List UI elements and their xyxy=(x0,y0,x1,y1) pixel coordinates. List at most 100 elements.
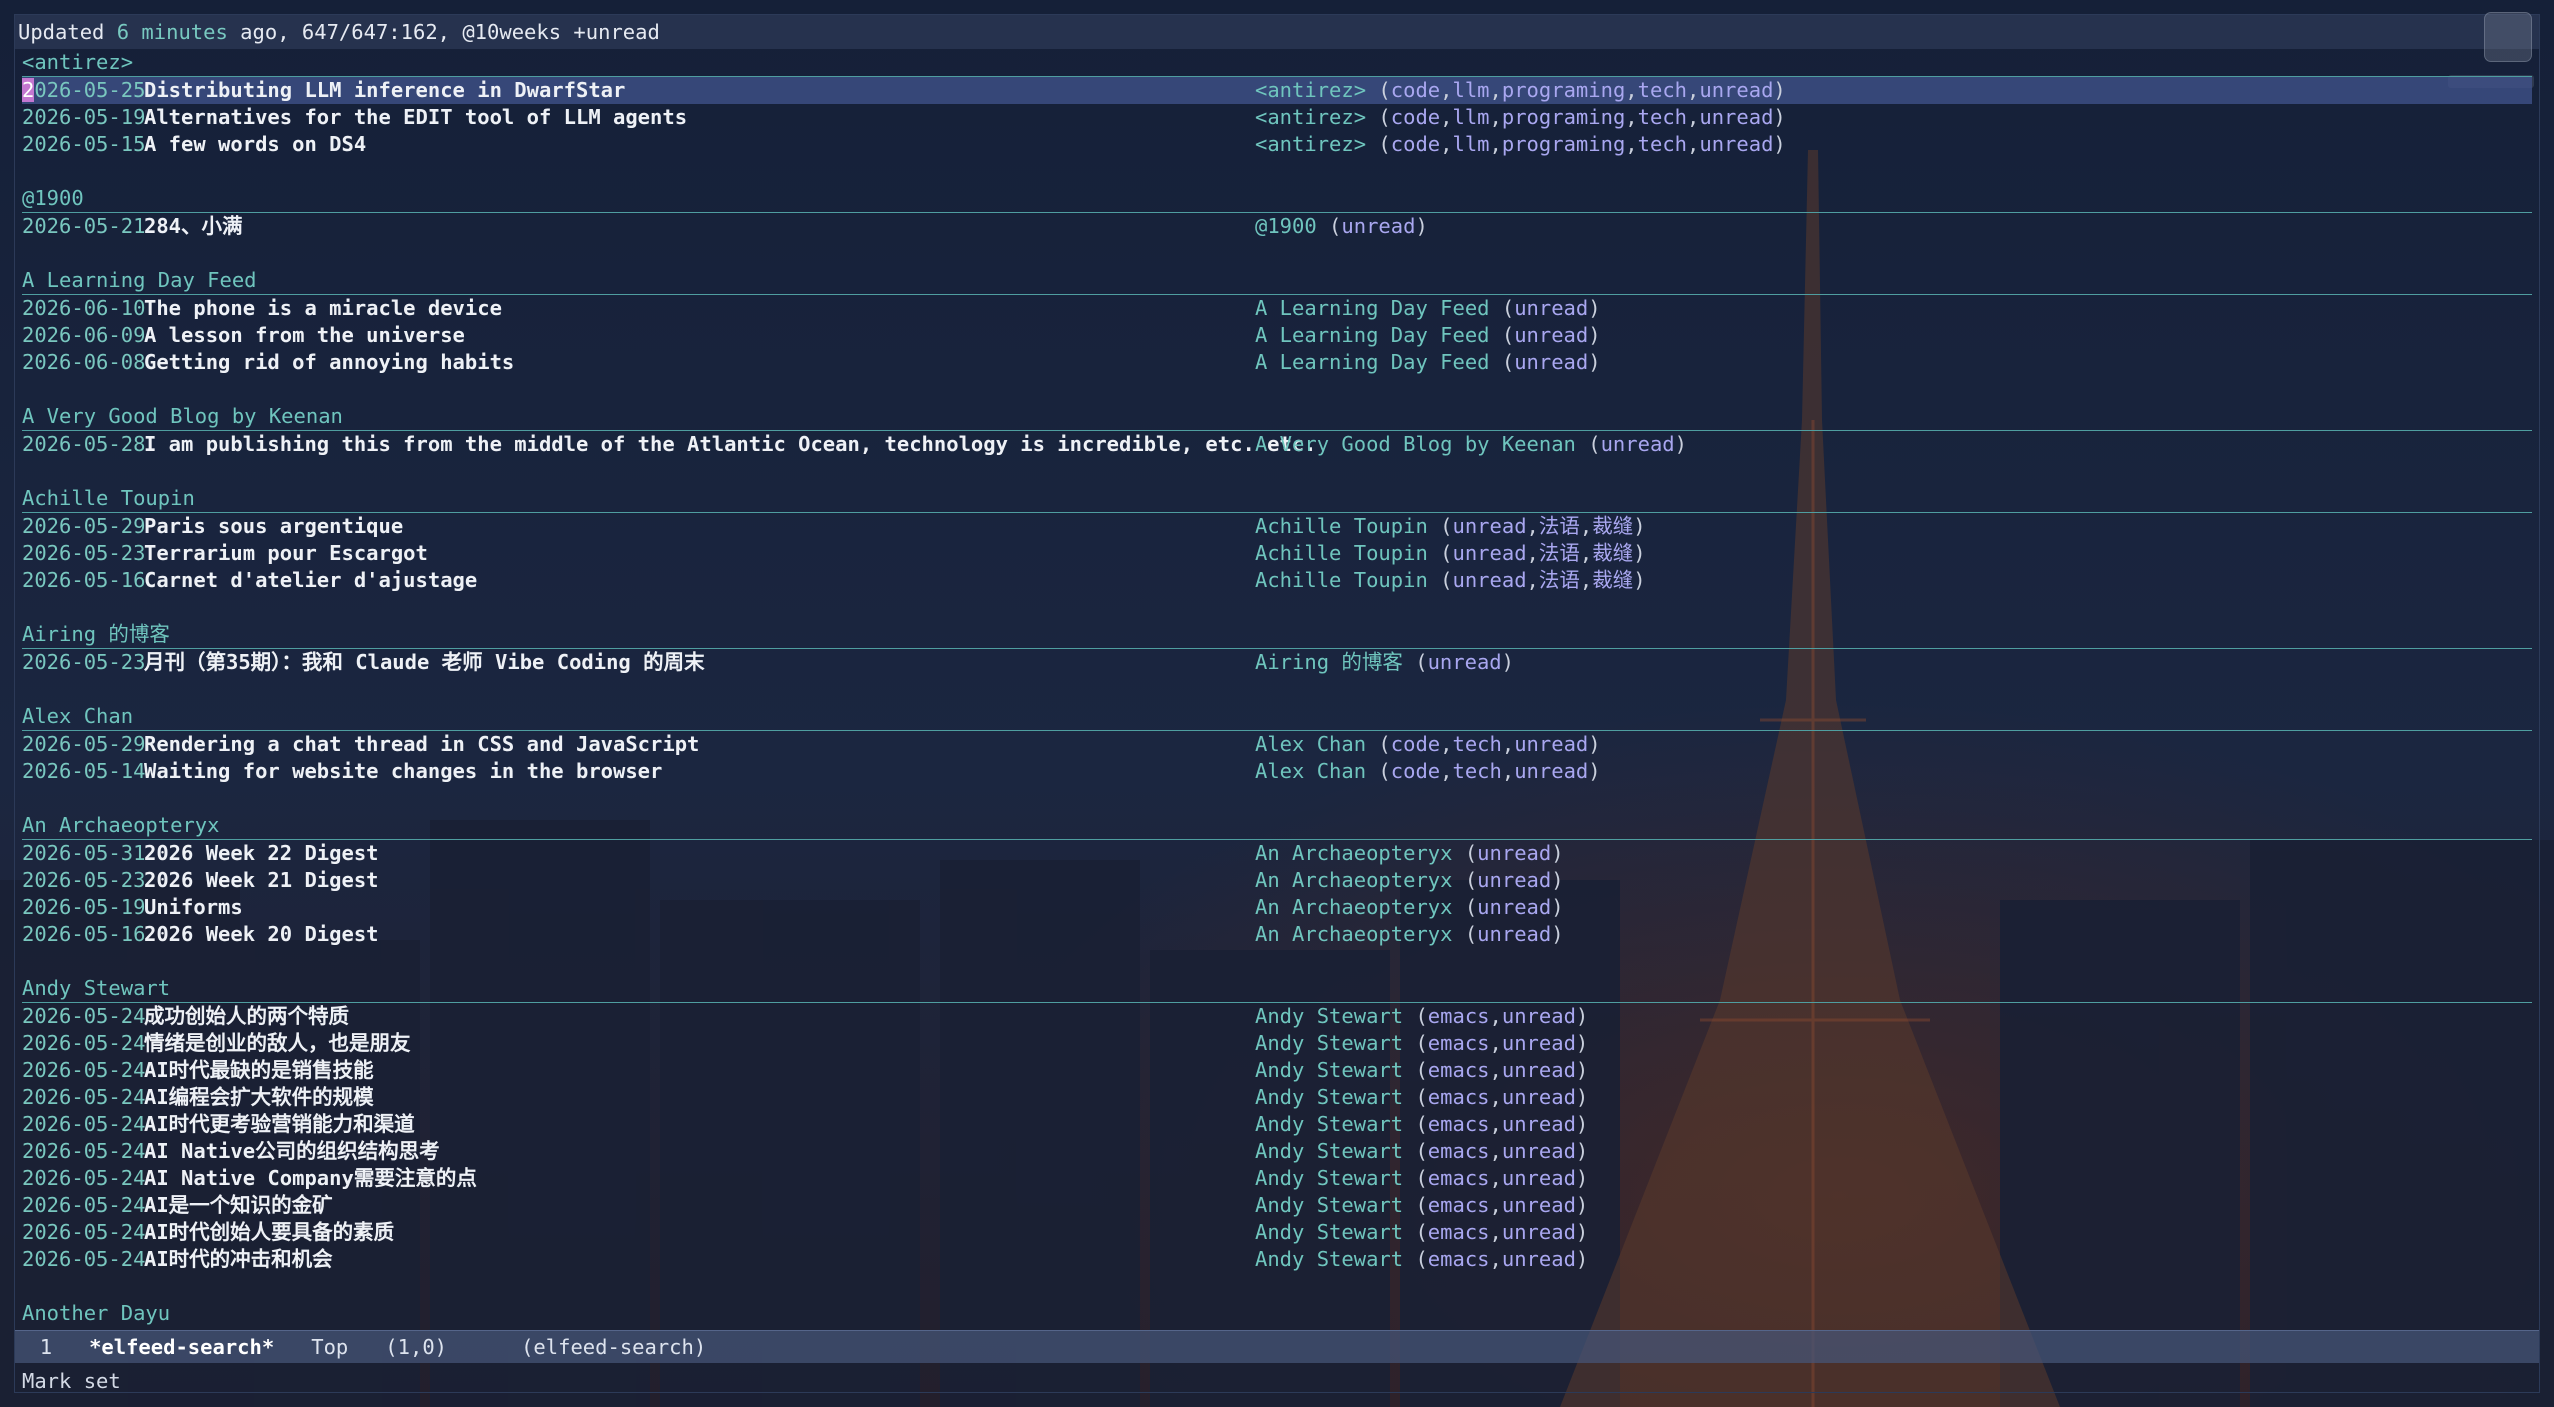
entry-feed-and-tags: <antirez> (code,llm,programing,tech,unre… xyxy=(1255,132,1786,156)
entry-tag: emacs xyxy=(1427,1193,1490,1217)
entry-title: 情绪是创业的敌人，也是朋友 xyxy=(144,1031,411,1055)
entry-feed-name: An Archaeopteryx xyxy=(1255,895,1453,919)
entry-row[interactable]: 2026-05-25 Distributing LLM inference in … xyxy=(22,77,2532,104)
entry-row[interactable]: 2026-05-24 成功创始人的两个特质 Andy Stewart (emacs,… xyxy=(22,1003,2532,1030)
entry-tag: unread xyxy=(1501,1220,1576,1244)
entry-row[interactable]: 2026-05-16 2026 Week 20 Digest An Archaeop… xyxy=(22,921,2532,948)
entry-row[interactable]: 2026-05-24 AI时代更考验营销能力和渠道 Andy Stewart (em… xyxy=(22,1111,2532,1138)
entry-feed-and-tags: Andy Stewart (emacs,unread) xyxy=(1255,1031,1589,1055)
entry-feed-and-tags: Andy Stewart (emacs,unread) xyxy=(1255,1058,1589,1082)
entry-row[interactable]: 2026-05-24 AI时代的冲击和机会 Andy Stewart (emacs,… xyxy=(22,1246,2532,1273)
entry-feed-and-tags: <antirez> (code,llm,programing,tech,unre… xyxy=(1255,105,1786,129)
entry-row[interactable]: 2026-05-24 AI编程会扩大软件的规模 Andy Stewart (emac… xyxy=(22,1084,2532,1111)
entry-row[interactable]: 2026-05-14 Waiting for website changes in… xyxy=(22,758,2532,785)
entry-row[interactable]: 2026-05-28 I am publishing this from the … xyxy=(22,431,2532,458)
entry-tag: 裁缝 xyxy=(1592,514,1634,538)
entry-tag: unread xyxy=(1699,105,1774,129)
entry-row[interactable]: 2026-06-08 Getting rid of annoying habits… xyxy=(22,349,2532,376)
feed-group-header: Achille Toupin xyxy=(22,485,2532,513)
entry-row[interactable]: 2026-05-29 Paris sous argentique Achille T… xyxy=(22,513,2532,540)
entry-row[interactable]: 2026-05-19 Alternatives for the EDIT tool… xyxy=(22,104,2532,131)
entry-feed-name: A Very Good Blog by Keenan xyxy=(1255,432,1576,456)
entry-feed-name: An Archaeopteryx xyxy=(1255,922,1453,946)
entry-date: 2026-05-28 xyxy=(22,432,146,456)
entry-row[interactable]: 2026-05-19 Uniforms An Archaeopteryx (unre… xyxy=(22,894,2532,921)
entry-row[interactable]: 2026-05-24 AI Native公司的组织结构思考 Andy Stewart… xyxy=(22,1138,2532,1165)
entry-row[interactable]: 2026-05-24 AI时代创始人要具备的素质 Andy Stewart (ema… xyxy=(22,1219,2532,1246)
entry-feed-name: A Learning Day Feed xyxy=(1255,323,1490,347)
entry-feed-name: @1900 xyxy=(1255,214,1317,238)
modeline-coords: (1,0) xyxy=(385,1335,448,1359)
entry-tag: unread xyxy=(1514,732,1589,756)
entry-row[interactable]: 2026-05-21 284、小满 @1900 (unread) xyxy=(22,213,2532,240)
entry-tag: unread xyxy=(1514,296,1589,320)
entry-date: 2026-05-24 xyxy=(22,1112,146,1136)
entry-row[interactable]: 2026-05-23 Terrarium pour Escargot Achille… xyxy=(22,540,2532,567)
entry-feed-and-tags: Achille Toupin (unread,法语,裁缝) xyxy=(1255,541,1646,565)
entry-tag: llm xyxy=(1452,105,1490,129)
entry-tag: llm xyxy=(1452,78,1490,102)
entry-feed-and-tags: A Learning Day Feed (unread) xyxy=(1255,350,1601,374)
entry-tag: unread xyxy=(1477,868,1552,892)
entry-feed-and-tags: Andy Stewart (emacs,unread) xyxy=(1255,1139,1589,1163)
entry-tag: llm xyxy=(1452,132,1490,156)
entry-date: 2026-05-24 xyxy=(22,1004,146,1028)
elfeed-search-buffer[interactable]: <antirez> 2026-05-25 Distributing LLM infe… xyxy=(22,49,2532,1327)
entry-row[interactable]: 2026-05-29 Rendering a chat thread in CSS… xyxy=(22,731,2532,758)
emacs-frame: Updated 6 minutes ago, 647/647:162, @10w… xyxy=(0,0,2554,1407)
entry-feed-name: A Learning Day Feed xyxy=(1255,296,1490,320)
entry-row[interactable]: 2026-05-24 AI时代最缺的是销售技能 Andy Stewart (emac… xyxy=(22,1057,2532,1084)
entry-tag: unread xyxy=(1501,1166,1576,1190)
entry-title: AI时代的冲击和机会 xyxy=(144,1247,333,1271)
entry-feed-and-tags: Andy Stewart (emacs,unread) xyxy=(1255,1220,1589,1244)
entry-tag: unread xyxy=(1477,922,1552,946)
entry-row[interactable]: 2026-05-24 AI是一个知识的金矿 Andy Stewart (emacs,… xyxy=(22,1192,2532,1219)
entry-date: 2026-06-08 xyxy=(22,350,146,374)
feed-group-header: A Learning Day Feed xyxy=(22,267,2532,295)
entry-row[interactable]: 2026-05-24 情绪是创业的敌人，也是朋友 Andy Stewart (ema… xyxy=(22,1030,2532,1057)
entry-tag: unread xyxy=(1514,759,1589,783)
entry-date: 2026-05-25 xyxy=(22,77,145,104)
entry-tag: unread xyxy=(1427,650,1502,674)
modeline-position: Top xyxy=(311,1335,349,1359)
entry-date: 2026-05-14 xyxy=(22,759,146,783)
entry-date: 2026-05-24 xyxy=(22,1085,146,1109)
entry-tag: emacs xyxy=(1427,1166,1490,1190)
entry-feed-name: A Learning Day Feed xyxy=(1255,350,1490,374)
entry-tag: unread xyxy=(1699,78,1774,102)
feed-group-header: Airing 的博客 xyxy=(22,621,2532,649)
entry-tag: code xyxy=(1390,78,1441,102)
modeline-major-mode[interactable]: (elfeed-search) xyxy=(521,1335,706,1359)
entry-title: A few words on DS4 xyxy=(144,132,367,156)
entry-date: 2026-05-24 xyxy=(22,1058,146,1082)
entry-feed-and-tags: An Archaeopteryx (unread) xyxy=(1255,922,1564,946)
entry-row[interactable]: 2026-05-15 A few words on DS4 <antirez> (c… xyxy=(22,131,2532,158)
entry-feed-name: An Archaeopteryx xyxy=(1255,841,1453,865)
entry-tag: 法语 xyxy=(1538,514,1580,538)
entry-title: I am publishing this from the middle of … xyxy=(144,432,1317,456)
modeline-buffer-name[interactable]: *elfeed-search* xyxy=(89,1335,274,1359)
entry-feed-name: Andy Stewart xyxy=(1255,1085,1404,1109)
entry-row[interactable]: 2026-05-31 2026 Week 22 Digest An Archaeop… xyxy=(22,840,2532,867)
entry-title: Distributing LLM inference in DwarfStar xyxy=(144,78,626,102)
entry-feed-name: Andy Stewart xyxy=(1255,1220,1404,1244)
entry-tag: emacs xyxy=(1427,1247,1490,1271)
entry-title: The phone is a miracle device xyxy=(144,296,502,320)
entry-tag: unread xyxy=(1477,841,1552,865)
entry-tag: unread xyxy=(1452,568,1527,592)
entry-row[interactable]: 2026-06-09 A lesson from the universe A Le… xyxy=(22,322,2532,349)
entry-feed-and-tags: Alex Chan (code,tech,unread) xyxy=(1255,759,1601,783)
entry-row[interactable]: 2026-05-23 2026 Week 21 Digest An Archaeop… xyxy=(22,867,2532,894)
entry-row[interactable]: 2026-05-16 Carnet d'atelier d'ajustage Ach… xyxy=(22,567,2532,594)
entry-row[interactable]: 2026-05-23 月刊（第35期）：我和 Claude 老师 Vibe Cod… xyxy=(22,649,2532,676)
entry-tag: emacs xyxy=(1427,1058,1490,1082)
entry-row[interactable]: 2026-06-10 The phone is a miracle device A… xyxy=(22,295,2532,322)
feed-group-header: Another Dayu xyxy=(22,1300,2532,1327)
entry-title: Terrarium pour Escargot xyxy=(144,541,428,565)
entry-date: 2026-05-21 xyxy=(22,214,146,238)
entry-title: AI时代最缺的是销售技能 xyxy=(144,1058,374,1082)
entry-row[interactable]: 2026-05-24 AI Native Company需要注意的点 Andy St… xyxy=(22,1165,2532,1192)
